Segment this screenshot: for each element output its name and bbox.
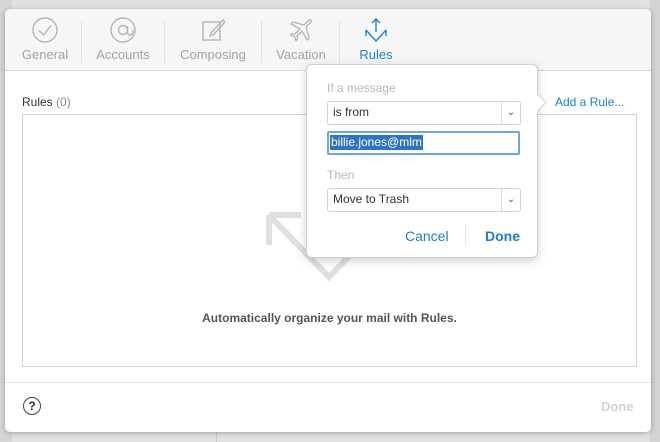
tab-label: General: [21, 47, 69, 62]
if-message-label: If a message: [327, 81, 396, 95]
tab-label: Composing: [180, 47, 246, 62]
empty-state-message: Automatically organize your mail with Ru…: [202, 311, 457, 325]
rule-popover: If a message is from ⌄ billie.jones@mlm …: [306, 64, 547, 258]
airplane-icon: [271, 16, 331, 46]
done-button-disabled[interactable]: Done: [601, 399, 634, 414]
condition-select[interactable]: is from ⌄: [327, 101, 521, 125]
tab-label: Rules: [359, 47, 393, 62]
tab-vacation[interactable]: Vacation: [271, 16, 331, 66]
rules-title: Rules: [22, 95, 53, 109]
tab-separator: [81, 21, 82, 63]
rules-count: (0): [56, 95, 71, 109]
selected-text: billie.jones@mlm: [330, 135, 423, 150]
button-separator: [465, 225, 466, 245]
done-button[interactable]: Done: [485, 228, 520, 244]
tab-separator: [164, 21, 165, 63]
background-window-right: [650, 0, 660, 442]
chevron-down-icon: ⌄: [501, 189, 520, 211]
condition-value: is from: [333, 105, 369, 119]
rules-arrows-icon: [353, 16, 399, 46]
tab-separator: [339, 21, 340, 63]
checkmark-circle-icon: [17, 16, 73, 46]
tab-label: Accounts: [96, 47, 150, 62]
compose-icon: [173, 16, 253, 46]
rules-heading: Rules (0): [22, 95, 71, 109]
action-value: Move to Trash: [333, 192, 410, 206]
action-select[interactable]: Move to Trash ⌄: [327, 188, 521, 212]
help-button[interactable]: ?: [23, 397, 41, 415]
add-rule-link[interactable]: Add a Rule...: [555, 95, 624, 109]
tab-separator: [261, 21, 262, 63]
footer-divider: [5, 382, 651, 383]
tab-composing[interactable]: Composing: [173, 16, 253, 66]
tab-label: Vacation: [276, 47, 326, 62]
tab-general[interactable]: General: [17, 16, 73, 66]
tab-accounts[interactable]: Accounts: [91, 16, 155, 66]
chevron-down-icon: ⌄: [501, 102, 520, 124]
sender-email-input[interactable]: billie.jones@mlm: [327, 131, 520, 155]
preferences-toolbar: General Accounts Composing Vacation Rule…: [5, 9, 651, 71]
tab-rules[interactable]: Rules: [353, 16, 399, 66]
then-label: Then: [327, 168, 355, 182]
cancel-button[interactable]: Cancel: [405, 228, 449, 244]
at-sign-icon: [91, 16, 155, 46]
